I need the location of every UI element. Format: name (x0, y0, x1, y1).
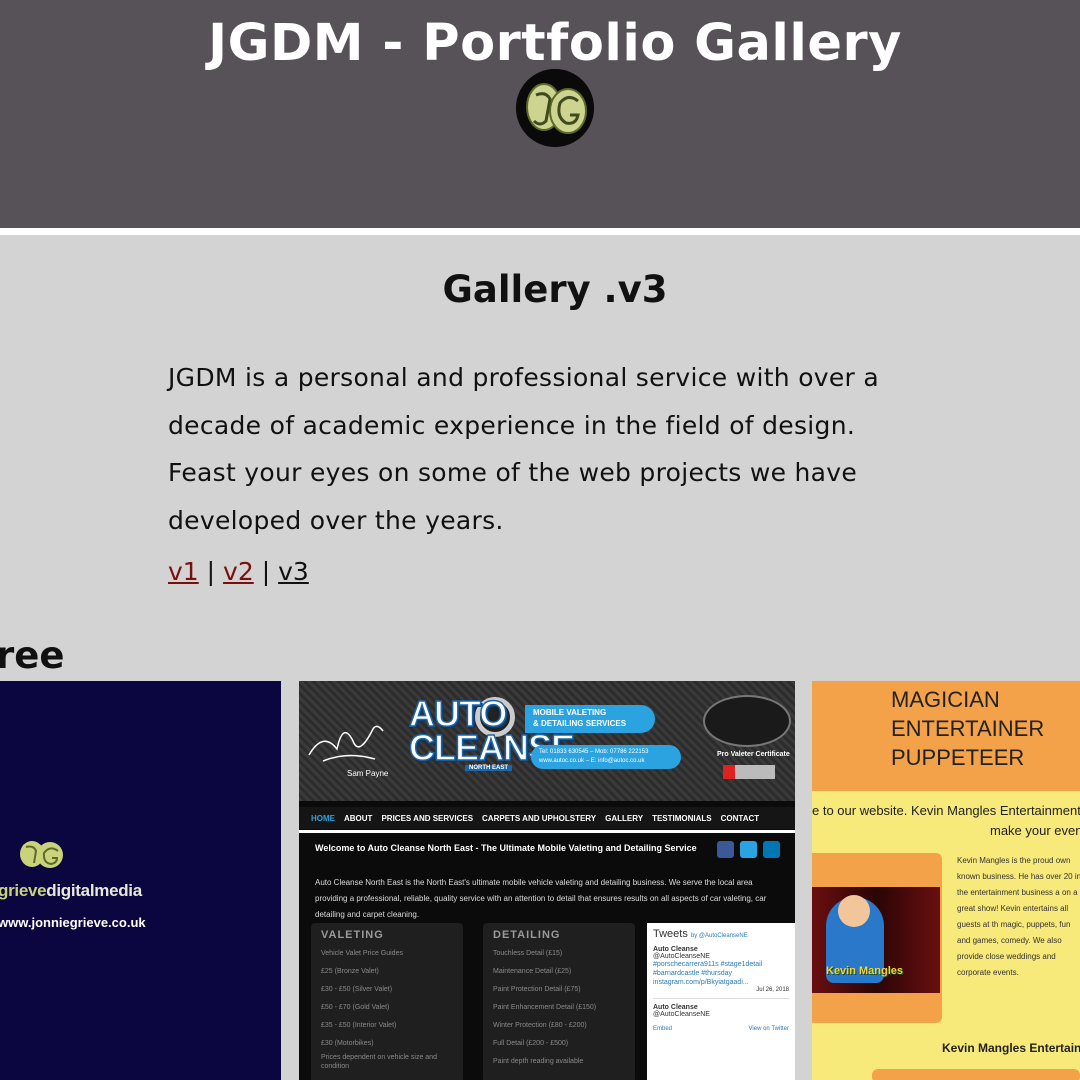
character-face-icon (838, 895, 870, 927)
footer-bar (872, 1069, 1080, 1080)
jg-logo-icon[interactable] (516, 69, 594, 147)
header-divider (0, 228, 1080, 235)
thumbnail-welcome: e to our website. Kevin Mangles Entertai… (812, 803, 1080, 838)
thumbnail-body: Auto Cleanse North East is the North Eas… (315, 878, 767, 919)
linkedin-icon (763, 841, 780, 858)
tweets-widget: Tweets by @AutoCleanseNE Auto Cleanse @A… (647, 923, 795, 1080)
partner-logo-icon (723, 765, 775, 779)
thumbnail-brand: grievedigitalmedia (0, 881, 142, 900)
jg-small-logo-icon (20, 841, 63, 868)
logo-tag: NORTH EAST (465, 765, 512, 771)
nav-divider (299, 830, 795, 833)
version-links: v1 | v2 | v3 (168, 552, 309, 592)
service-pill: MOBILE VALETING & DETAILING SERVICES (525, 705, 655, 733)
badge-label: Pro Valeter Certificate (717, 751, 790, 758)
version-separator: | (206, 557, 216, 586)
detailing-column: DETAILING Touchless Detail (£15) Mainten… (483, 923, 635, 1080)
contact-pill: Tel: 01833 630545 – Mob: 07786 222153 www… (531, 745, 681, 769)
character-logo: Kevin Mangles (826, 965, 904, 977)
gallery-thumbnail-autocleanse[interactable]: Sam Payne AUTO CLEANSE NORTH EAST MOBILE … (299, 681, 795, 1080)
valeting-column: VALETING Vehicle Valet Price Guides £25 … (311, 923, 463, 1080)
gallery-thumbnail-jonniegrieve[interactable]: grievedigitalmedia www.jonniegrieve.co.u… (0, 681, 281, 1080)
signature-name: Sam Payne (347, 769, 389, 778)
gallery-thumbnail-kevinmangles[interactable]: MAGICIAN ENTERTAINER PUPPETEER e to our … (812, 681, 1080, 1080)
certificate-badge-icon (703, 695, 791, 747)
site-title: JGDM - Portfolio Gallery (208, 14, 902, 73)
gallery-heading: Gallery .v3 (442, 268, 668, 311)
signature-icon (308, 725, 384, 762)
thumbnail-footer: Kevin Mangles Entertain (942, 1041, 1080, 1055)
social-icons (717, 841, 780, 858)
thumbnail-text: Kevin Mangles is the proud own known bus… (957, 856, 1080, 977)
facebook-icon (717, 841, 734, 858)
thumbnail-welcome: Welcome to Auto Cleanse North East - The… (315, 843, 697, 853)
thumbnail-nav: HOME ABOUT PRICES AND SERVICES CARPETS A… (299, 807, 795, 829)
version-link-v2[interactable]: v2 (223, 557, 254, 586)
site-header: JGDM - Portfolio Gallery (0, 0, 1080, 228)
section-title: ree (0, 634, 65, 677)
intro-paragraph: JGDM is a personal and professional serv… (168, 363, 880, 535)
thumbnail-url: www.jonniegrieve.co.uk (0, 915, 146, 930)
version-separator: | (261, 557, 271, 586)
twitter-icon (740, 841, 757, 858)
version-link-v3[interactable]: v3 (278, 557, 309, 586)
thumbnail-title: MAGICIAN ENTERTAINER PUPPETEER (891, 687, 1045, 770)
version-link-v1[interactable]: v1 (168, 557, 199, 586)
